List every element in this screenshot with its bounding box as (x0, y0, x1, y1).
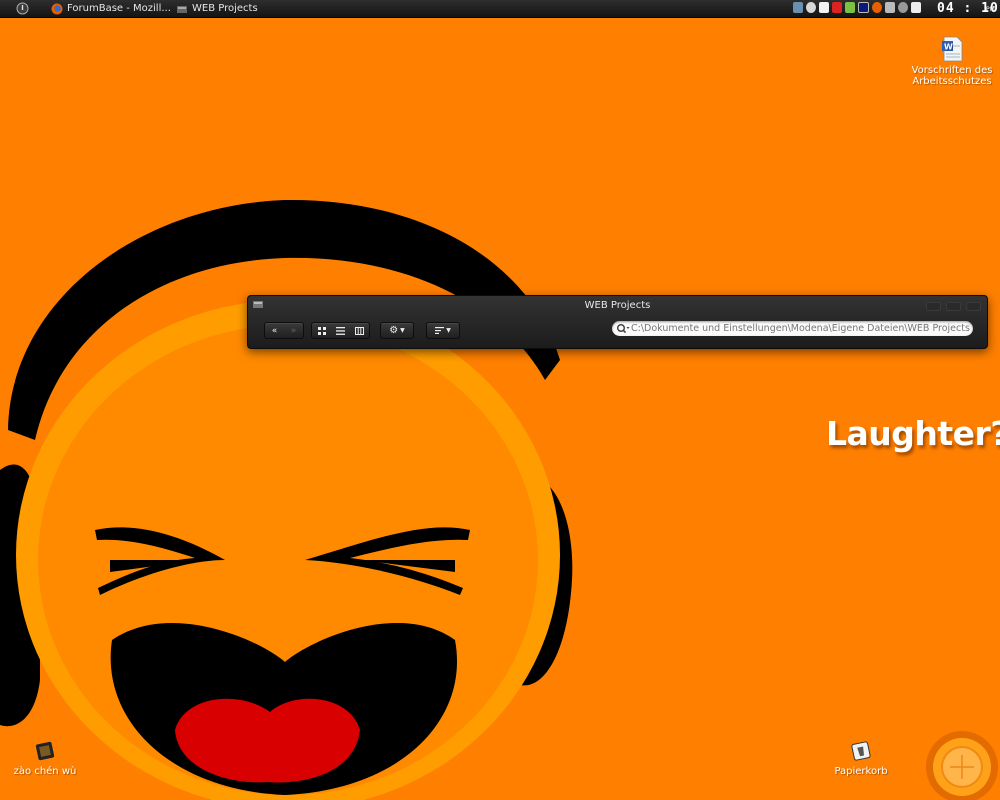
dock-launcher-orb[interactable] (920, 725, 998, 800)
forward-button[interactable]: » (284, 323, 303, 338)
maximize-button[interactable] (946, 302, 961, 311)
icon-view-button[interactable] (312, 323, 331, 338)
close-button[interactable] (966, 302, 981, 311)
path-address-text: C:\Dokumente und Einstellungen\Modena\Ei… (631, 323, 970, 334)
back-button[interactable]: « (265, 323, 284, 338)
double-chevron-left-icon: « (271, 325, 278, 336)
start-menu-icon[interactable] (16, 2, 29, 15)
window-title: WEB Projects (584, 300, 651, 311)
columns-icon (355, 326, 364, 335)
display-icon[interactable] (911, 2, 921, 13)
taskbar-item-web-projects[interactable]: WEB Projects (176, 0, 258, 17)
view-mode-group (311, 322, 370, 339)
word-document-icon: W (942, 36, 963, 62)
grid-icon (317, 326, 326, 335)
taskbar-item-forumbase[interactable]: ForumBase - Mozill... (51, 0, 171, 17)
list-icon (336, 326, 345, 335)
action-menu-button[interactable]: ⚙ ▼ (381, 323, 413, 338)
taskbar: ForumBase - Mozill... WEB Projects 04 : … (0, 0, 1000, 18)
firefox-icon (51, 3, 63, 14)
wallpaper (0, 0, 1000, 800)
wireless-icon[interactable] (898, 2, 908, 13)
window-controls (921, 302, 981, 311)
folder-window-icon (177, 5, 187, 13)
stop-icon[interactable] (832, 2, 842, 13)
column-view-button[interactable] (350, 323, 369, 338)
wallpaper-slogan: Laughter? (826, 414, 1000, 453)
explorer-window[interactable]: WEB Projects « » ⚙ ▼ ▼ C:\Dokumente und … (247, 295, 988, 349)
arrange-menu-button[interactable]: ▼ (427, 323, 459, 338)
desktop-icon-label: zào chén wù (13, 766, 77, 777)
taskbar-item-label: WEB Projects (192, 3, 258, 14)
desktop-icon-vorschriften[interactable]: W Vorschriften des Arbeitsschutzes (910, 36, 994, 87)
battery-icon[interactable] (845, 2, 855, 13)
desktop-icon-papierkorb[interactable]: Papierkorb (830, 740, 892, 777)
arrange-group: ▼ (426, 322, 460, 339)
clock-icon[interactable] (806, 2, 816, 13)
sort-lines-icon (435, 327, 445, 334)
system-tray (793, 2, 924, 15)
list-view-button[interactable] (331, 323, 350, 338)
desktop-icon-label: Papierkorb (834, 766, 888, 777)
taskbar-clock-ampm: PM (986, 6, 995, 13)
desktop-icon-zao-chen-wu[interactable]: zào chén wù (12, 740, 78, 777)
taskbar-item-label: ForumBase - Mozill... (67, 3, 171, 14)
network-icon[interactable] (793, 2, 803, 13)
search-icon (616, 323, 630, 334)
chevron-down-icon: ▼ (446, 327, 451, 334)
firefox-tray-icon[interactable] (872, 2, 882, 13)
double-chevron-right-icon: » (290, 325, 297, 336)
recycle-bin-icon (851, 741, 871, 761)
navigation-group: « » (264, 322, 304, 339)
sound-icon[interactable] (885, 2, 895, 13)
desktop-icon-label: Vorschriften des Arbeitsschutzes (911, 65, 993, 87)
document-icon[interactable] (819, 2, 829, 13)
monitor-icon[interactable] (858, 2, 869, 13)
gear-icon: ⚙ (389, 325, 399, 336)
svg-text:W: W (944, 43, 953, 52)
chevron-down-icon: ▼ (400, 327, 405, 334)
path-address-field[interactable]: C:\Dokumente und Einstellungen\Modena\Ei… (612, 321, 973, 336)
folder-icon (35, 741, 55, 761)
action-group: ⚙ ▼ (380, 322, 414, 339)
minimize-button[interactable] (926, 302, 941, 311)
